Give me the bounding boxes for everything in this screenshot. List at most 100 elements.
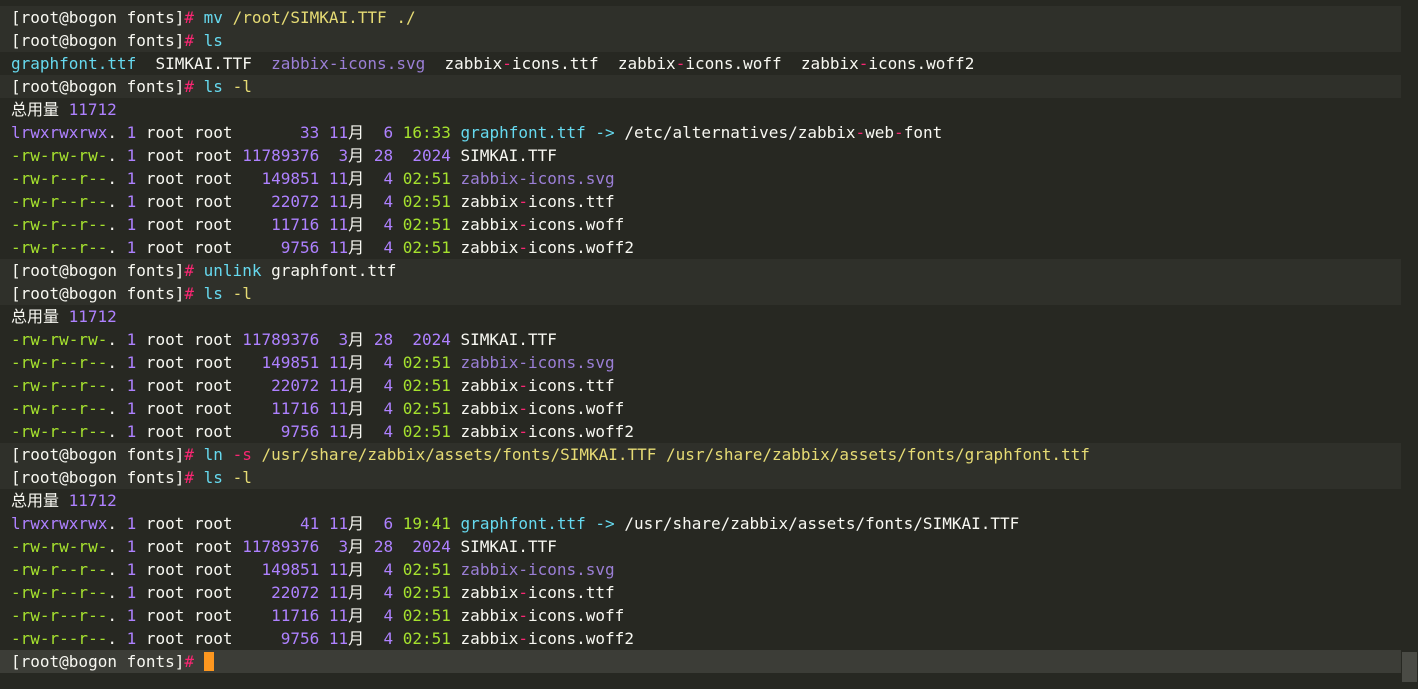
command-line: [root@bogon fonts]# ls (0, 29, 1401, 52)
output-line: graphfont.ttf SIMKAI.TTF zabbix-icons.sv… (11, 52, 1398, 75)
line-segment: . (107, 376, 127, 395)
line-segment: - (675, 54, 686, 73)
line-segment: 4 (383, 215, 394, 234)
line-segment: 月 (348, 399, 384, 418)
line-segment: 149851 (261, 169, 320, 188)
line-segment: 11 (328, 238, 349, 257)
line-segment (319, 192, 329, 211)
line-segment: 月 (348, 422, 384, 441)
line-segment: 6 (383, 123, 394, 142)
line-segment: - (518, 215, 528, 234)
line-segment: . (107, 123, 127, 142)
line-segment: 02:51 (402, 629, 451, 648)
line-segment: zabbix (450, 238, 519, 257)
line-segment: icons.woff2 (527, 629, 634, 648)
line-segment: - (518, 376, 528, 395)
output-line: -rw-r--r--. 1 root root 11716 11月 4 02:5… (11, 213, 1398, 236)
line-segment: font (903, 123, 943, 142)
line-segment: -s (232, 445, 252, 464)
line-segment (319, 583, 329, 602)
line-segment: 3 (338, 146, 349, 165)
line-segment: 1 (126, 238, 137, 257)
line-segment: 22072 (271, 376, 320, 395)
line-segment: # (184, 8, 204, 27)
line-segment: 月 (348, 629, 384, 648)
line-segment: root root (136, 330, 243, 349)
current-prompt-line[interactable]: [root@bogon fonts]# (0, 650, 1401, 673)
line-segment: . (107, 192, 127, 211)
line-segment: 02:51 (402, 238, 451, 257)
line-segment: 月 (348, 146, 374, 165)
line-segment: 28 (373, 537, 394, 556)
line-segment: root root (136, 606, 272, 625)
line-segment: 4 (383, 376, 394, 395)
line-segment: 4 (383, 192, 394, 211)
line-segment (319, 399, 329, 418)
line-segment: web (865, 123, 895, 142)
command-line: [root@bogon fonts]# unlink graphfont.ttf (0, 259, 1401, 282)
line-segment: # (184, 468, 204, 487)
line-segment (319, 422, 329, 441)
line-segment: 1 (126, 422, 137, 441)
line-segment: 2024 (412, 537, 451, 556)
line-segment (393, 169, 403, 188)
output-line: lrwxrwxrwx. 1 root root 33 11月 6 16:33 g… (11, 121, 1398, 144)
line-segment: 3 (338, 330, 349, 349)
line-segment: root root (136, 238, 281, 257)
vertical-scrollbar[interactable] (1401, 0, 1418, 689)
line-segment (319, 353, 329, 372)
line-segment (319, 629, 329, 648)
line-segment (393, 606, 403, 625)
output-line: -rw-r--r--. 1 root root 149851 11月 4 02:… (11, 351, 1398, 374)
line-segment: - (518, 422, 528, 441)
line-segment: 总用量 (11, 491, 69, 510)
line-segment: - (518, 606, 528, 625)
line-segment: 月 (348, 560, 384, 579)
line-segment: 22072 (271, 583, 320, 602)
line-segment: 11712 (68, 307, 117, 326)
command-line: [root@bogon fonts]# ln -s /usr/share/zab… (0, 443, 1401, 466)
line-segment (393, 146, 412, 165)
line-segment: # (184, 284, 204, 303)
line-segment: 11 (328, 169, 349, 188)
line-segment: -rw-r--r-- (11, 560, 108, 579)
line-segment: zabbix (450, 192, 519, 211)
line-segment: 11 (328, 215, 349, 234)
line-segment: -rw-rw-rw- (11, 330, 108, 349)
prompt-text: [root@bogon fonts] (11, 284, 185, 303)
line-segment: 11712 (68, 491, 117, 510)
line-segment: graphfont.ttf (460, 123, 586, 142)
line-segment: . (107, 629, 127, 648)
line-segment: root root (136, 560, 262, 579)
line-segment: root root (136, 192, 272, 211)
line-segment: 6 (383, 514, 394, 533)
line-segment: 11 (328, 560, 349, 579)
line-segment: . (107, 146, 127, 165)
line-segment (451, 560, 461, 579)
line-segment: . (107, 238, 127, 257)
line-segment: 02:51 (402, 399, 451, 418)
line-segment: 4 (383, 560, 394, 579)
line-segment: . (107, 606, 127, 625)
line-segment: root root (136, 376, 272, 395)
output-line: -rw-r--r--. 1 root root 149851 11月 4 02:… (11, 558, 1398, 581)
output-line: -rw-r--r--. 1 root root 11716 11月 4 02:5… (11, 397, 1398, 420)
line-segment: 02:51 (402, 560, 451, 579)
line-segment: -rw-r--r-- (11, 399, 108, 418)
line-segment: 月 (348, 238, 384, 257)
scrollbar-thumb[interactable] (1402, 652, 1417, 682)
line-segment: 11 (328, 422, 349, 441)
output-line: lrwxrwxrwx. 1 root root 41 11月 6 19:41 g… (11, 512, 1398, 535)
terminal-window[interactable]: [root@bogon fonts]# mv /root/SIMKAI.TTF … (0, 0, 1418, 689)
prompt-text: [root@bogon fonts] (11, 261, 185, 280)
line-segment: 月 (348, 514, 384, 533)
line-segment: 1 (126, 146, 137, 165)
prompt-text: [root@bogon fonts] (11, 31, 185, 50)
line-segment (393, 560, 403, 579)
line-segment: 4 (383, 583, 394, 602)
line-segment: root root (136, 629, 281, 648)
line-segment: -rw-rw-rw- (11, 146, 108, 165)
line-segment (393, 376, 403, 395)
line-segment: 1 (126, 560, 137, 579)
line-segment: 11 (328, 353, 349, 372)
